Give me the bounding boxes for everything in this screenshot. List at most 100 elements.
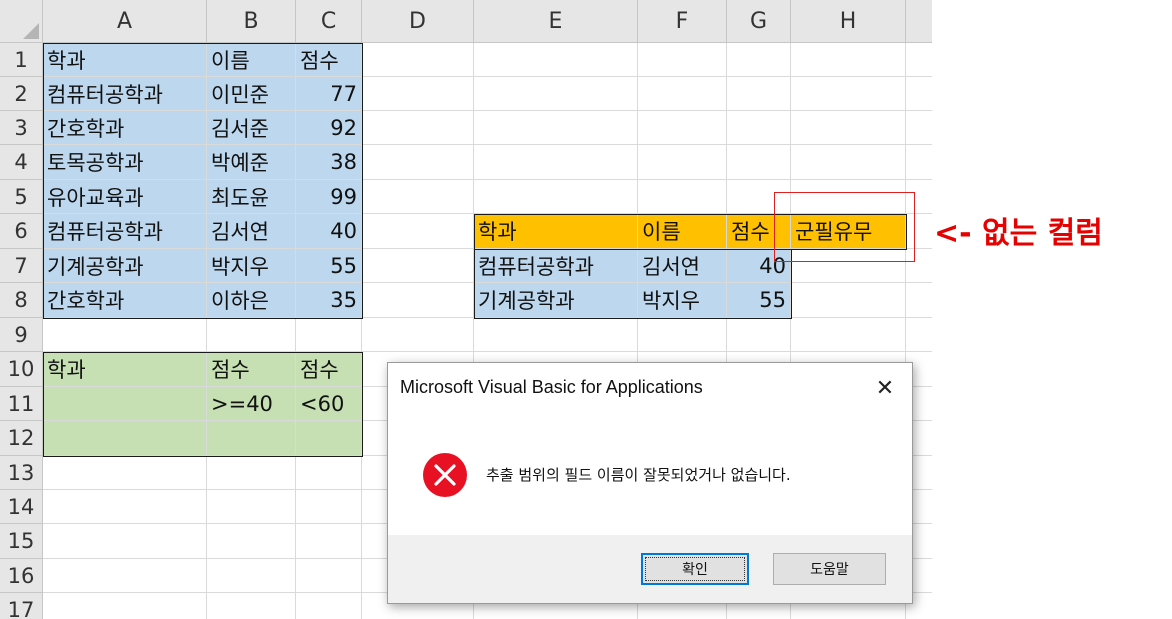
grid-cell[interactable] [638, 43, 727, 77]
grid-cell[interactable] [638, 111, 727, 145]
grid-cell[interactable] [906, 283, 932, 318]
grid-cell[interactable] [474, 111, 638, 145]
grid-cell[interactable] [474, 43, 638, 77]
grid-cell[interactable] [296, 559, 362, 593]
column-header-a[interactable]: A [43, 0, 207, 43]
grid-cell[interactable] [906, 77, 932, 111]
row-header-14[interactable]: 14 [0, 490, 43, 524]
criteria-cell[interactable] [43, 387, 207, 421]
main-cell[interactable]: 박예준 [207, 145, 296, 180]
grid-cell[interactable] [638, 180, 727, 214]
close-icon[interactable]: ✕ [868, 371, 902, 405]
grid-cell[interactable] [362, 180, 474, 214]
grid-cell[interactable] [906, 111, 932, 145]
grid-cell[interactable] [362, 283, 474, 318]
extract-cell[interactable]: 김서연 [638, 249, 727, 283]
grid-cell[interactable] [727, 145, 791, 180]
grid-cell[interactable] [791, 111, 906, 145]
grid-cell[interactable] [906, 43, 932, 77]
main-cell[interactable]: 김서준 [207, 111, 296, 145]
main-cell[interactable]: 92 [296, 111, 362, 145]
main-cell[interactable]: 박지우 [207, 249, 296, 283]
criteria-cell[interactable] [43, 421, 207, 456]
grid-cell[interactable] [207, 593, 296, 619]
grid-cell[interactable] [296, 456, 362, 490]
grid-cell[interactable] [638, 318, 727, 352]
column-header-b[interactable]: B [207, 0, 296, 43]
grid-cell[interactable] [207, 559, 296, 593]
row-header-4[interactable]: 4 [0, 145, 43, 180]
grid-cell[interactable] [43, 559, 207, 593]
extract-cell[interactable]: 55 [727, 283, 791, 318]
main-cell[interactable]: 기계공학과 [43, 249, 207, 283]
main-cell[interactable]: 40 [296, 214, 362, 249]
grid-cell[interactable] [207, 490, 296, 524]
grid-cell[interactable] [207, 524, 296, 559]
grid-cell[interactable] [362, 145, 474, 180]
grid-cell[interactable] [43, 524, 207, 559]
criteria-cell[interactable]: <60 [296, 387, 362, 421]
grid-cell[interactable] [727, 43, 791, 77]
grid-cell[interactable] [791, 283, 906, 318]
grid-cell[interactable] [362, 43, 474, 77]
grid-cell[interactable] [727, 318, 791, 352]
grid-cell[interactable] [43, 490, 207, 524]
criteria-header-score[interactable]: 점수 [207, 352, 296, 387]
grid-cell[interactable] [638, 145, 727, 180]
grid-cell[interactable] [727, 111, 791, 145]
grid-cell[interactable] [207, 456, 296, 490]
grid-cell[interactable] [362, 318, 474, 352]
main-cell[interactable]: 컴퓨터공학과 [43, 77, 207, 111]
main-cell[interactable]: 토목공학과 [43, 145, 207, 180]
main-cell[interactable]: 김서연 [207, 214, 296, 249]
main-header-name[interactable]: 이름 [207, 43, 296, 77]
grid-cell[interactable] [906, 318, 932, 352]
extract-cell[interactable]: 박지우 [638, 283, 727, 318]
grid-cell[interactable] [362, 214, 474, 249]
criteria-cell[interactable] [296, 421, 362, 456]
main-cell[interactable]: 이하은 [207, 283, 296, 318]
main-cell[interactable]: 최도윤 [207, 180, 296, 214]
main-cell[interactable]: 컴퓨터공학과 [43, 214, 207, 249]
extract-cell[interactable]: 컴퓨터공학과 [474, 249, 638, 283]
row-header-13[interactable]: 13 [0, 456, 43, 490]
row-header-3[interactable]: 3 [0, 111, 43, 145]
ok-button[interactable]: 확인 [641, 553, 749, 585]
row-header-12[interactable]: 12 [0, 421, 43, 456]
row-header-11[interactable]: 11 [0, 387, 43, 421]
column-header-g[interactable]: G [727, 0, 791, 43]
help-button[interactable]: 도움말 [773, 553, 886, 585]
grid-cell[interactable] [474, 318, 638, 352]
select-all-corner[interactable] [0, 0, 43, 43]
extract-header-dept[interactable]: 학과 [474, 214, 638, 249]
grid-cell[interactable] [362, 249, 474, 283]
main-header-score[interactable]: 점수 [296, 43, 362, 77]
grid-cell[interactable] [906, 145, 932, 180]
grid-cell[interactable] [296, 593, 362, 619]
grid-cell[interactable] [638, 77, 727, 111]
column-header-f[interactable]: F [638, 0, 727, 43]
grid-cell[interactable] [791, 145, 906, 180]
main-cell[interactable]: 유아교육과 [43, 180, 207, 214]
criteria-header-score[interactable]: 점수 [296, 352, 362, 387]
grid-cell[interactable] [296, 490, 362, 524]
grid-cell[interactable] [43, 318, 207, 352]
main-cell[interactable]: 38 [296, 145, 362, 180]
column-header-d[interactable]: D [362, 0, 474, 43]
row-header-5[interactable]: 5 [0, 180, 43, 214]
grid-cell[interactable] [791, 77, 906, 111]
main-cell[interactable]: 77 [296, 77, 362, 111]
row-header-8[interactable]: 8 [0, 283, 43, 318]
grid-cell[interactable] [296, 318, 362, 352]
column-header-c[interactable]: C [296, 0, 362, 43]
main-cell[interactable]: 35 [296, 283, 362, 318]
row-header-2[interactable]: 2 [0, 77, 43, 111]
row-header-15[interactable]: 15 [0, 524, 43, 559]
grid-cell[interactable] [362, 77, 474, 111]
grid-cell[interactable] [296, 524, 362, 559]
row-header-7[interactable]: 7 [0, 249, 43, 283]
column-header-i[interactable] [906, 0, 932, 43]
row-header-10[interactable]: 10 [0, 352, 43, 387]
grid-cell[interactable] [474, 77, 638, 111]
main-header-dept[interactable]: 학과 [43, 43, 207, 77]
